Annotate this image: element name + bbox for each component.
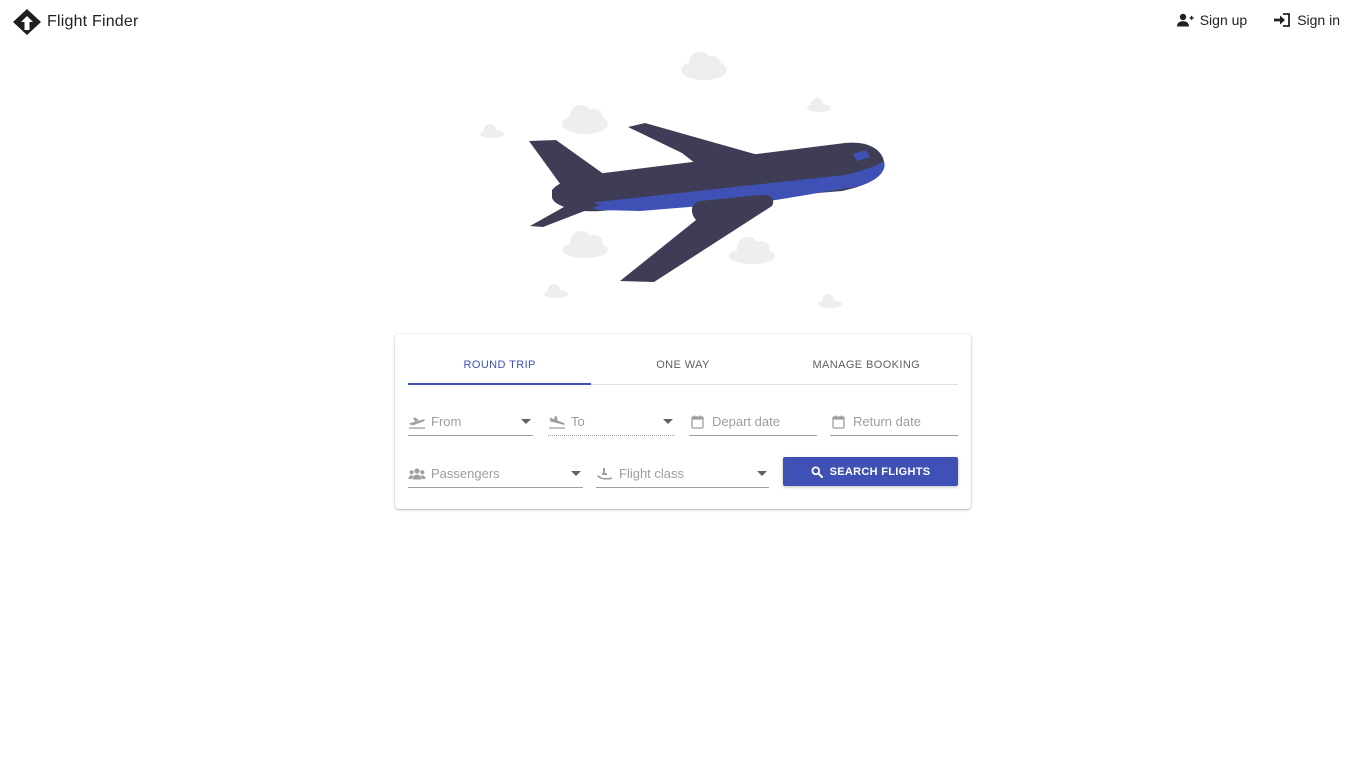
- tab-round-trip[interactable]: ROUND TRIP: [408, 346, 592, 385]
- search-icon: [811, 466, 823, 478]
- sign-in-icon: [1274, 13, 1291, 27]
- sign-in-button[interactable]: Sign in: [1273, 12, 1340, 28]
- airplane: [529, 123, 885, 282]
- cloud: [729, 237, 775, 264]
- tab-manage-booking[interactable]: MANAGE BOOKING: [775, 346, 958, 384]
- depart-date-input[interactable]: Depart date: [689, 408, 817, 436]
- cloud: [818, 294, 842, 308]
- return-date-input[interactable]: Return date: [830, 408, 958, 436]
- flight-search-card: ROUND TRIP ONE WAY MANAGE BOOKING From T…: [395, 334, 971, 509]
- to-placeholder: To: [571, 414, 585, 429]
- people-icon: [408, 467, 426, 479]
- app-title: Flight Finder: [47, 13, 139, 30]
- calendar-icon: [691, 415, 704, 429]
- cloud: [562, 105, 608, 134]
- chevron-down-icon: [571, 471, 581, 476]
- cloud: [807, 98, 831, 112]
- calendar-icon: [832, 415, 845, 429]
- top-app-bar: Flight Finder Sign up Sign in: [0, 0, 1366, 44]
- flight-land-icon: [549, 415, 565, 429]
- chevron-down-icon: [757, 471, 767, 476]
- from-placeholder: From: [431, 414, 462, 429]
- cloud: [681, 52, 727, 80]
- cloud: [544, 284, 568, 298]
- flight-takeoff-icon: [409, 417, 425, 429]
- search-flights-label: SEARCH FLIGHTS: [829, 465, 931, 478]
- chevron-down-icon: [663, 419, 673, 424]
- chevron-down-icon: [521, 419, 531, 424]
- to-select[interactable]: To: [548, 408, 675, 436]
- return-date-placeholder: Return date: [853, 414, 921, 429]
- logo-icon: [13, 9, 41, 35]
- flight-class-placeholder: Flight class: [619, 466, 685, 481]
- cloud: [562, 231, 608, 258]
- sign-up-label: Sign up: [1199, 12, 1248, 28]
- sign-up-button[interactable]: Sign up: [1176, 12, 1247, 28]
- search-flights-button[interactable]: SEARCH FLIGHTS: [783, 457, 958, 486]
- sign-in-label: Sign in: [1297, 12, 1340, 28]
- passengers-placeholder: Passengers: [431, 466, 500, 481]
- cloud: [480, 124, 504, 138]
- brand-home-link[interactable]: Flight Finder: [12, 8, 139, 36]
- person-add-icon: [1176, 13, 1194, 27]
- airplane-illustration: [480, 52, 885, 308]
- depart-date-placeholder: Depart date: [712, 414, 780, 429]
- flight-class-select[interactable]: Flight class: [596, 460, 769, 488]
- booking-tabs: ROUND TRIP ONE WAY MANAGE BOOKING: [408, 346, 958, 385]
- passengers-select[interactable]: Passengers: [408, 460, 583, 488]
- tab-one-way[interactable]: ONE WAY: [591, 346, 774, 384]
- from-select[interactable]: From: [408, 408, 533, 436]
- airline-seat-icon: [597, 467, 613, 479]
- auth-nav: Sign up Sign in: [1150, 12, 1340, 28]
